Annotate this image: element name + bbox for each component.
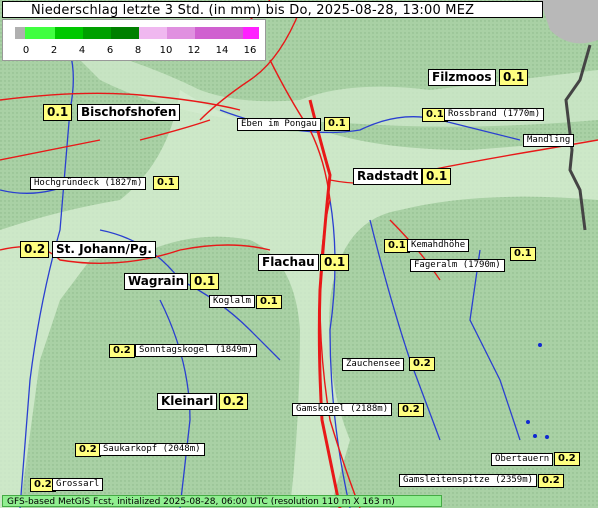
place-label-mandling[interactable]: Mandling bbox=[523, 134, 575, 147]
precip-value-eben-im-pongau: 0.1 bbox=[324, 117, 350, 131]
legend-swatch bbox=[111, 27, 139, 39]
place-label-hochgruendeck[interactable]: Hochgründeck (1827m) bbox=[30, 177, 147, 190]
place-label-wagrain[interactable]: Wagrain bbox=[124, 273, 189, 290]
legend-swatch bbox=[25, 27, 55, 39]
place-label-saukarkopf[interactable]: Saukarkopf (2048m) bbox=[99, 443, 205, 456]
legend-swatch bbox=[195, 27, 243, 39]
legend-swatch bbox=[243, 27, 259, 39]
place-label-radstadt[interactable]: Radstadt bbox=[353, 168, 423, 185]
precip-value-fageralm: 0.1 bbox=[510, 247, 536, 261]
precip-value-filzmoos: 0.1 bbox=[499, 69, 529, 86]
precipitation-legend: 0 2 4 6 8 10 12 14 16 bbox=[2, 19, 266, 61]
place-label-eben-im-pongau[interactable]: Eben im Pongau bbox=[237, 118, 321, 131]
place-label-kleinarl[interactable]: Kleinarl bbox=[157, 393, 218, 410]
precip-value-gamsleitenspitze: 0.2 bbox=[538, 474, 564, 488]
legend-swatch bbox=[139, 27, 167, 39]
precip-value-flachau: 0.1 bbox=[320, 254, 350, 271]
precip-value-kleinarl: 0.2 bbox=[219, 393, 249, 410]
place-label-rossbrand[interactable]: Rossbrand (1770m) bbox=[444, 108, 545, 121]
legend-tick: 2 bbox=[50, 45, 58, 56]
legend-tick: 6 bbox=[106, 45, 114, 56]
precip-value-kemahdhoehe: 0.1 bbox=[384, 239, 410, 253]
legend-tick: 14 bbox=[215, 45, 229, 56]
precip-value-saukarkopf: 0.2 bbox=[75, 443, 101, 457]
forecast-footer: GFS-based MetGIS Fcst, initialized 2025-… bbox=[2, 495, 442, 507]
place-label-filzmoos[interactable]: Filzmoos bbox=[428, 69, 496, 86]
precip-value-hochgruendeck: 0.1 bbox=[153, 176, 179, 190]
map-title: Niederschlag letzte 3 Std. (in mm) bis D… bbox=[2, 1, 543, 18]
place-label-bischofshofen[interactable]: Bischofshofen bbox=[77, 104, 181, 121]
place-label-zauchensee[interactable]: Zauchensee bbox=[342, 358, 405, 371]
precip-value-sonntagskogel: 0.2 bbox=[109, 344, 135, 358]
legend-swatch bbox=[15, 27, 25, 39]
place-label-obertauern[interactable]: Obertauern bbox=[491, 453, 554, 466]
precip-value-gamskogel: 0.2 bbox=[398, 403, 424, 417]
legend-tick: 16 bbox=[243, 45, 257, 56]
place-label-flachau[interactable]: Flachau bbox=[258, 254, 319, 271]
legend-tick: 10 bbox=[159, 45, 173, 56]
legend-tick: 0 bbox=[22, 45, 30, 56]
precip-value-zauchensee: 0.2 bbox=[409, 357, 435, 371]
place-label-kemahdhoehe[interactable]: Kemahdhöhe bbox=[407, 239, 470, 252]
precip-value-bischofshofen: 0.1 bbox=[43, 104, 73, 121]
precip-value-wagrain: 0.1 bbox=[190, 273, 220, 290]
place-label-sonntagskogel[interactable]: Sonntagskogel (1849m) bbox=[135, 344, 257, 357]
place-label-st-johann[interactable]: St. Johann/Pg. bbox=[52, 241, 156, 258]
legend-color-bar bbox=[15, 27, 259, 39]
precip-value-st-johann: 0.2 bbox=[20, 241, 50, 258]
place-label-fageralm[interactable]: Fageralm (1790m) bbox=[410, 259, 505, 272]
place-label-koglalm[interactable]: Koglalm bbox=[209, 295, 255, 308]
legend-tick: 8 bbox=[134, 45, 142, 56]
place-label-grossarl[interactable]: Grossarl bbox=[52, 478, 104, 491]
legend-swatch bbox=[55, 27, 83, 39]
legend-tick: 4 bbox=[78, 45, 86, 56]
place-label-gamsleitenspitze[interactable]: Gamsleitenspitze (2359m) bbox=[399, 474, 538, 487]
precip-value-radstadt: 0.1 bbox=[422, 168, 452, 185]
precip-value-koglalm: 0.1 bbox=[256, 295, 282, 309]
legend-tick: 12 bbox=[187, 45, 201, 56]
legend-swatch bbox=[167, 27, 195, 39]
legend-swatch bbox=[83, 27, 111, 39]
precip-value-obertauern: 0.2 bbox=[554, 452, 580, 466]
place-label-gamskogel[interactable]: Gamskogel (2188m) bbox=[292, 403, 393, 416]
